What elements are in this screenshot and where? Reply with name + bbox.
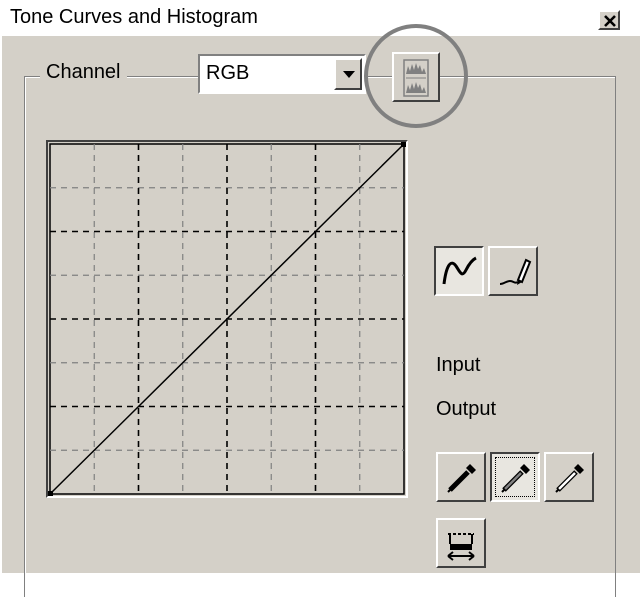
curve-control-point[interactable] bbox=[401, 142, 406, 147]
close-button[interactable] bbox=[598, 10, 620, 30]
gray-point-eyedropper-button[interactable] bbox=[490, 452, 540, 502]
channel-label: Channel bbox=[40, 61, 127, 84]
smooth-curve-mode-button[interactable] bbox=[434, 246, 484, 296]
output-label: Output bbox=[436, 398, 497, 420]
white-point-eyedropper-button[interactable] bbox=[544, 452, 594, 502]
tone-curves-window: Tone Curves and Histogram Channel RGB In… bbox=[0, 0, 640, 597]
input-label: Input bbox=[436, 354, 481, 376]
title-bar[interactable]: Tone Curves and Histogram bbox=[2, 2, 640, 36]
reset-curve-button[interactable] bbox=[436, 518, 486, 568]
black-point-eyedropper-button[interactable] bbox=[436, 452, 486, 502]
channel-dropdown-value: RGB bbox=[206, 62, 250, 84]
histogram-button[interactable] bbox=[392, 52, 440, 102]
freehand-mode-button[interactable] bbox=[488, 246, 538, 296]
channel-dropdown-arrow-button[interactable] bbox=[334, 58, 362, 90]
tone-curve-graph[interactable] bbox=[46, 140, 408, 498]
channel-dropdown[interactable]: RGB bbox=[198, 54, 366, 94]
tone-curve-canvas[interactable] bbox=[48, 142, 406, 496]
window-title: Tone Curves and Histogram bbox=[10, 6, 258, 28]
curve-control-point[interactable] bbox=[48, 491, 53, 496]
channel-group-line bbox=[156, 76, 196, 77]
